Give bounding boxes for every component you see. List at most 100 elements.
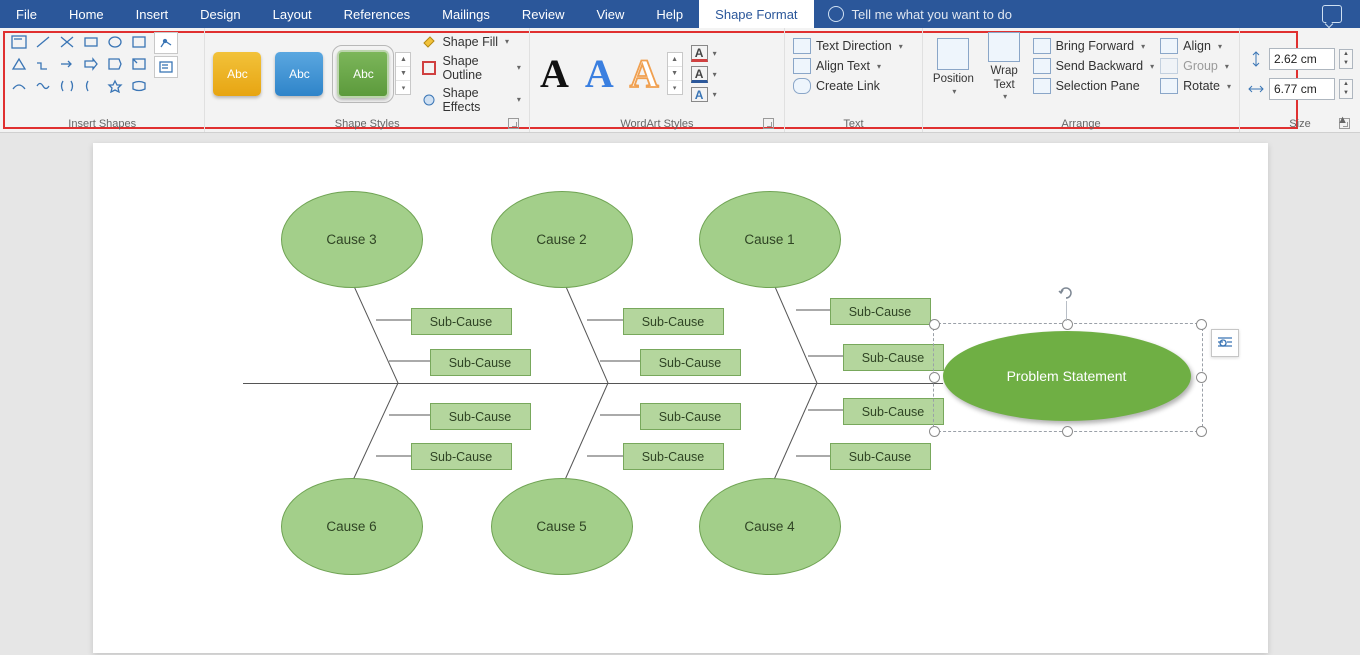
height-field[interactable]: 2.62 cm [1269,48,1335,70]
width-icon [1247,80,1265,98]
tab-review[interactable]: Review [506,0,581,28]
selection-pane-label: Selection Pane [1056,79,1140,93]
shape-style-gallery[interactable]: Abc Abc Abc [213,50,389,98]
cause-oval[interactable]: Cause 2 [491,191,633,288]
document-canvas[interactable]: Cause 3 Cause 2 Cause 1 Cause 6 Cause 5 … [93,143,1268,653]
dialog-launcher-icon[interactable] [508,118,519,129]
resize-handle[interactable] [1062,319,1073,330]
resize-handle[interactable] [1196,372,1207,383]
text-effects-button[interactable]: A▾ [691,87,717,102]
style-gallery-scroll[interactable]: ▲▼▾ [395,52,411,95]
height-spin[interactable]: ▲▼ [1339,49,1353,69]
text-direction-button[interactable]: Text Direction▾ [793,38,903,54]
rotate-stem [1066,301,1067,321]
shape-width[interactable]: 6.77 cm ▲▼ [1247,78,1353,100]
align-text-button[interactable]: Align Text▾ [793,58,903,74]
resize-handle[interactable] [929,426,940,437]
group-arrange: Position▾ Wrap Text▾ Bring Forward▾ Send… [923,28,1240,132]
resize-handle[interactable] [1196,426,1207,437]
style-tile-blue[interactable]: Abc [275,52,323,96]
shape-fill-label: Shape Fill [442,35,498,49]
sub-cause-box[interactable]: Sub-Cause [623,308,724,335]
rotate-handle[interactable] [1058,285,1074,301]
dialog-launcher-icon[interactable] [763,118,774,129]
width-field[interactable]: 6.77 cm [1269,78,1335,100]
create-link-label: Create Link [816,79,880,93]
group-shape-styles: Abc Abc Abc ▲▼▾ Shape Fill▾ Shape Outlin… [205,28,529,132]
resize-handle[interactable] [929,319,940,330]
group-label: Text [793,115,914,132]
tab-shape-format[interactable]: Shape Format [699,0,813,28]
resize-handle[interactable] [929,372,940,383]
bring-forward-button[interactable]: Bring Forward▾ [1033,38,1155,54]
group-label-text: Group [1183,59,1218,73]
cause-oval[interactable]: Cause 4 [699,478,841,575]
fishbone-spine [243,383,943,384]
style-tile-yellow[interactable]: Abc [213,52,261,96]
tab-home[interactable]: Home [53,0,120,28]
cause-oval[interactable]: Cause 5 [491,478,633,575]
tab-view[interactable]: View [580,0,640,28]
position-button[interactable]: Position▾ [931,32,976,102]
tab-insert[interactable]: Insert [120,0,185,28]
tab-mailings[interactable]: Mailings [426,0,506,28]
shape-gallery[interactable] [8,32,150,96]
sub-cause-box[interactable]: Sub-Cause [830,298,931,325]
sub-cause-box[interactable]: Sub-Cause [623,443,724,470]
selection-pane-button[interactable]: Selection Pane [1033,78,1155,94]
align-label: Align [1183,39,1211,53]
shape-height[interactable]: 2.62 cm ▲▼ [1247,48,1353,70]
tab-references[interactable]: References [328,0,426,28]
shape-effects-button[interactable]: Shape Effects▾ [421,86,520,114]
problem-statement-oval[interactable]: Problem Statement [943,331,1191,421]
layout-options-button[interactable] [1211,329,1239,357]
text-outline-button[interactable]: A▾ [691,66,717,83]
tell-me[interactable]: Tell me what you want to do [814,0,1012,28]
group-wordart-styles: A A A ▲▼▾ A▾ A▾ A▾ WordArt Styles [530,28,785,132]
shape-outline-label: Shape Outline [442,54,509,82]
sub-cause-box[interactable]: Sub-Cause [843,398,944,425]
group-insert-shapes: Insert Shapes [0,28,205,132]
sub-cause-box[interactable]: Sub-Cause [411,443,512,470]
rotate-label: Rotate [1183,79,1220,93]
sub-cause-box[interactable]: Sub-Cause [843,344,944,371]
edit-shape-button[interactable] [154,32,178,54]
tab-file[interactable]: File [0,0,53,28]
create-link-button[interactable]: Create Link [793,78,903,94]
shape-outline-button[interactable]: Shape Outline▾ [421,54,520,82]
group-label: Arrange [931,115,1231,132]
rotate-button[interactable]: Rotate▾ [1160,78,1231,94]
shape-fill-button[interactable]: Shape Fill▾ [421,34,520,50]
wordart-style-blue[interactable]: A [585,54,614,94]
sub-cause-box[interactable]: Sub-Cause [830,443,931,470]
send-backward-button[interactable]: Send Backward▾ [1033,58,1155,74]
tab-help[interactable]: Help [640,0,699,28]
width-spin[interactable]: ▲▼ [1339,79,1353,99]
cause-oval[interactable]: Cause 3 [281,191,423,288]
cause-oval[interactable]: Cause 6 [281,478,423,575]
align-button[interactable]: Align▾ [1160,38,1231,54]
style-tile-green[interactable]: Abc [337,50,389,98]
resize-handle[interactable] [1196,319,1207,330]
group-label: Insert Shapes [8,115,196,132]
sub-cause-box[interactable]: Sub-Cause [430,403,531,430]
tab-layout[interactable]: Layout [257,0,328,28]
ribbon: Insert Shapes Abc Abc Abc ▲▼▾ Shape Fill… [0,28,1360,133]
collapse-ribbon-icon[interactable]: ▲ [1337,114,1348,126]
resize-handle[interactable] [1062,426,1073,437]
text-fill-button[interactable]: A▾ [691,45,717,62]
wordart-style-black[interactable]: A [540,54,569,94]
sub-cause-box[interactable]: Sub-Cause [640,349,741,376]
group-button[interactable]: Group▾ [1160,58,1231,74]
wordart-gallery[interactable]: A A A [538,48,661,100]
tab-design[interactable]: Design [184,0,256,28]
sub-cause-box[interactable]: Sub-Cause [411,308,512,335]
comments-icon[interactable] [1322,5,1342,23]
wordart-style-orange[interactable]: A [630,54,659,94]
text-box-button[interactable] [154,56,178,78]
sub-cause-box[interactable]: Sub-Cause [430,349,531,376]
cause-oval[interactable]: Cause 1 [699,191,841,288]
wordart-gallery-scroll[interactable]: ▲▼▾ [667,52,683,95]
wrap-text-button[interactable]: Wrap Text▾ [982,32,1027,102]
sub-cause-box[interactable]: Sub-Cause [640,403,741,430]
